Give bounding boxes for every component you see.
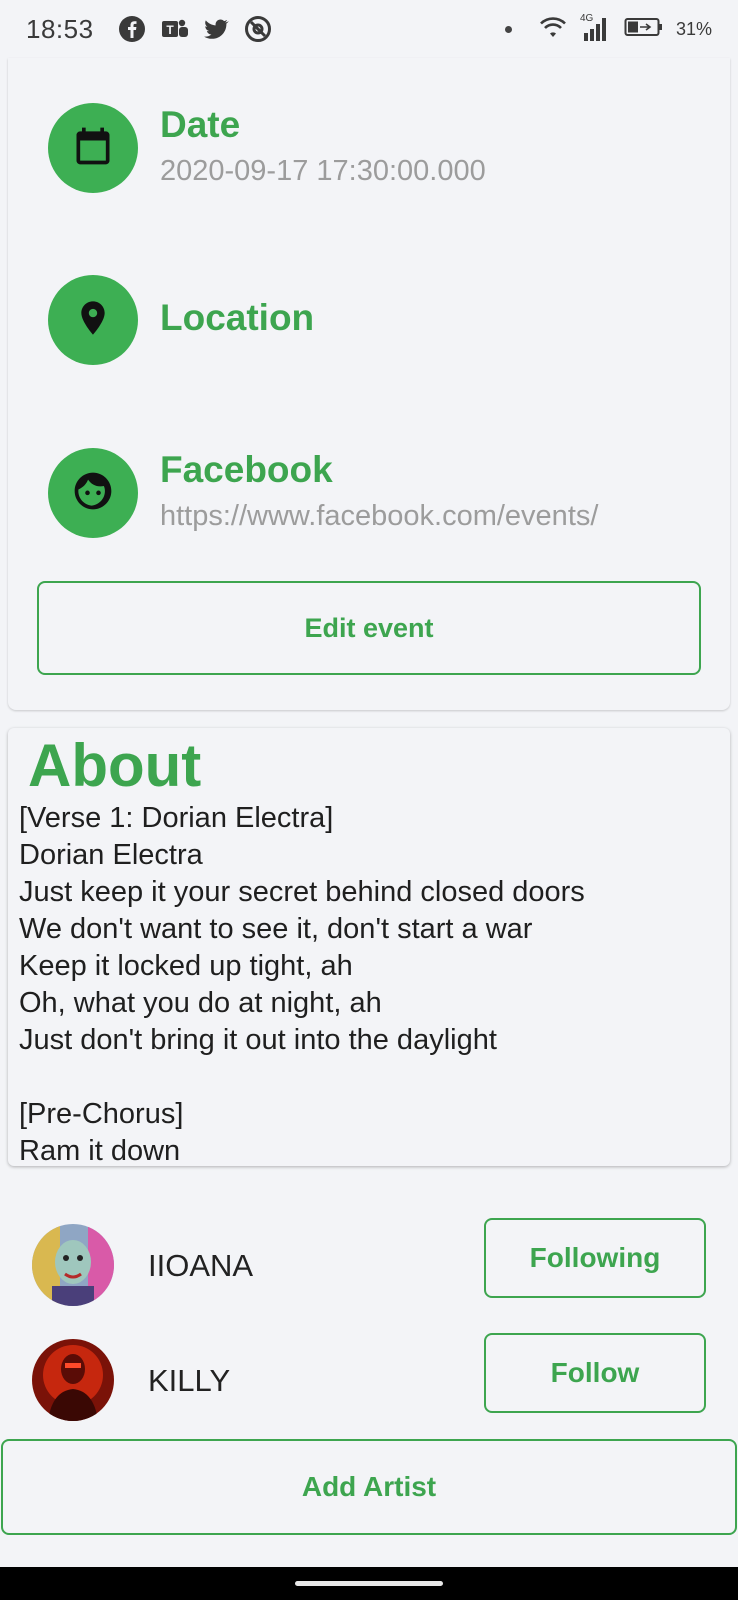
notification-dot-icon	[504, 25, 512, 33]
avatar[interactable]	[32, 1339, 114, 1421]
face-icon	[71, 469, 115, 518]
about-title: About	[28, 732, 202, 799]
artist-name: IIOANA	[148, 1248, 254, 1283]
wifi-icon	[538, 15, 568, 44]
date-title: Date	[160, 104, 241, 145]
home-indicator[interactable]	[295, 1581, 443, 1586]
facebook-icon-circle	[48, 448, 138, 538]
at-sign-icon	[244, 15, 272, 43]
facebook-icon	[118, 15, 146, 43]
location-text: Location	[160, 275, 314, 340]
twitter-icon	[202, 15, 230, 43]
facebook-text: Facebook https://www.facebook.com/events…	[160, 448, 598, 536]
teams-icon: T	[160, 15, 188, 43]
edit-event-button[interactable]: Edit event	[37, 581, 701, 675]
svg-text:T: T	[166, 23, 174, 37]
status-left: 18:53 T	[26, 14, 272, 45]
facebook-link[interactable]: https://www.facebook.com/events/	[160, 496, 598, 536]
event-details-card: Date 2020-09-17 17:30:00.000 Location Fa…	[8, 58, 730, 710]
about-card: About [Verse 1: Dorian Electra] Dorian E…	[8, 728, 730, 1166]
location-row: Location	[48, 275, 314, 365]
artist-row: KILLY Follow	[0, 1333, 738, 1429]
avatar[interactable]	[32, 1224, 114, 1306]
date-text: Date 2020-09-17 17:30:00.000	[160, 103, 486, 191]
location-icon-circle	[48, 275, 138, 365]
artist-name: KILLY	[148, 1363, 231, 1398]
following-button[interactable]: Following	[484, 1218, 706, 1298]
navigation-bar	[0, 1567, 738, 1600]
follow-button[interactable]: Follow	[484, 1333, 706, 1413]
date-icon-circle	[48, 103, 138, 193]
location-title: Location	[160, 297, 315, 338]
artist-row: IIOANA Following	[0, 1218, 738, 1314]
status-time: 18:53	[26, 13, 94, 44]
status-right: 4G 31%	[504, 13, 712, 44]
battery-percent: 31%	[675, 18, 712, 39]
date-value: 2020-09-17 17:30:00.000	[160, 155, 486, 187]
location-pin-icon	[73, 298, 113, 343]
about-text: [Verse 1: Dorian Electra] Dorian Electra…	[19, 802, 585, 1166]
add-artist-button[interactable]: Add Artist	[1, 1439, 737, 1535]
cellular-signal-icon: 4G	[580, 13, 612, 43]
date-row: Date 2020-09-17 17:30:00.000	[48, 103, 486, 193]
status-bar: 18:53 T 4G 31%	[0, 0, 738, 58]
calendar-icon	[71, 124, 115, 173]
facebook-row: Facebook https://www.facebook.com/events…	[48, 448, 598, 538]
battery-icon	[624, 16, 664, 43]
facebook-title: Facebook	[160, 449, 333, 490]
